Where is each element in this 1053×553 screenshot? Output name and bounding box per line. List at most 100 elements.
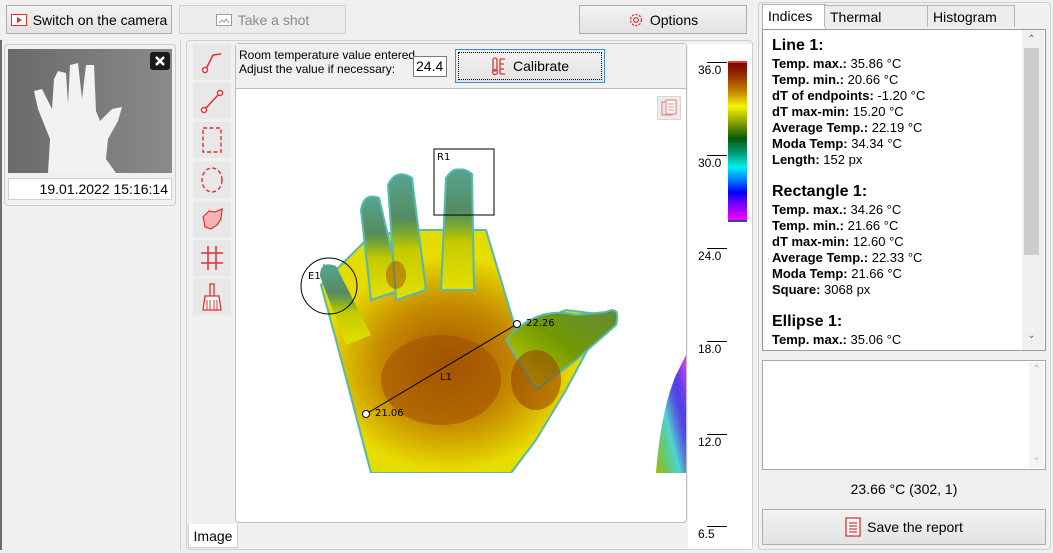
palette-max-marker[interactable] (728, 61, 747, 63)
indices-value: 21.66 °C (847, 218, 899, 233)
cursor-temperature-readout: 23.66 °C (302, 1) (850, 481, 958, 497)
report-notes-textarea[interactable] (762, 360, 1046, 470)
indices-value: 21.66 °C (851, 266, 902, 281)
ellipse-tool[interactable] (193, 162, 231, 198)
indices-key: Square: (772, 282, 821, 297)
notes-scroll-up-arrow[interactable]: ⌃ (1029, 364, 1044, 375)
tab-thermal-profile[interactable]: Thermal profile (824, 5, 928, 47)
image-icon (215, 13, 232, 26)
take-shot-label: Take a shot (237, 11, 310, 28)
scale-label: 6.5 (698, 527, 715, 541)
indices-value: 22.19 °C (871, 120, 923, 135)
line-icon (200, 89, 224, 114)
scale-label: 18.0 (698, 342, 722, 356)
close-icon (155, 56, 165, 66)
indices-row: Square: 3068 px (772, 282, 1022, 298)
scroll-up-arrow[interactable]: ⌃ (1024, 34, 1039, 45)
dashed-ellipse-icon (201, 167, 223, 193)
grid-tool[interactable] (193, 240, 231, 276)
rectangle-tool[interactable] (193, 122, 231, 158)
take-shot-button[interactable]: Take a shot (179, 5, 346, 34)
indices-section-title: Rectangle 1: (772, 183, 868, 200)
indices-value: 20.66 °C (847, 72, 899, 87)
line-tool[interactable] (193, 83, 231, 119)
indices-key: Average Temp.: (772, 120, 869, 135)
tab-indices[interactable]: Indices (762, 4, 826, 29)
palette-min-marker[interactable] (728, 220, 747, 222)
indices-row: Temp. max.: 35.86 °C (772, 56, 1022, 72)
indices-row: Temp. max.: 35.06 °C (772, 332, 1022, 348)
indices-row: Average Temp.: 22.19 °C (772, 120, 1022, 136)
calibrate-label: Calibrate (512, 58, 570, 74)
indices-key: Length: (772, 152, 820, 167)
switch-camera-button[interactable]: Switch on the camera (6, 5, 172, 34)
line-roi-start-handle[interactable] (362, 410, 370, 418)
indices-key: dT max-min: (772, 104, 850, 119)
line-roi-end-handle[interactable] (513, 320, 521, 328)
indices-value: 15.20 °C (852, 104, 904, 119)
indices-section: Rectangle 1: Temp. max.: 34.26 °C Temp. mi… (772, 182, 1022, 298)
thermogram-image[interactable]: R1 E1 L1 21.06 22.26 (236, 90, 686, 474)
scale-label: 30.0 (698, 156, 722, 170)
indices-row: dT max-min: 12.60 °C (772, 234, 1022, 250)
scroll-down-arrow[interactable]: ⌄ (1024, 330, 1039, 341)
line-roi-start-value: 21.06 (375, 408, 404, 419)
tab-image[interactable]: Image (188, 524, 238, 548)
indices-value: 35.06 °C (850, 332, 902, 347)
indices-value: -1.20 °C (877, 88, 926, 103)
indices-key: Temp. max.: (772, 56, 847, 71)
tab-histogram[interactable]: Histogram (927, 5, 1015, 27)
line-roi-label: L1 (440, 372, 452, 383)
gear-icon (628, 12, 644, 28)
video-play-icon (10, 13, 27, 26)
scale-label: 12.0 (698, 435, 722, 449)
indices-row: Length: 152 px (772, 152, 1022, 168)
clear-tool[interactable] (193, 279, 231, 315)
calibrate-button[interactable]: Calibrate (455, 49, 605, 83)
indices-section: Line 1: Temp. max.: 35.86 °C Temp. min.: 2… (772, 36, 1022, 168)
indices-key: Temp. min.: (772, 72, 844, 87)
rectangle-roi-label: R1 (437, 152, 450, 163)
indices-key: Moda Temp: (772, 266, 848, 281)
broom-icon (202, 283, 222, 311)
polyline-icon (201, 53, 222, 74)
indices-value: 12.60 °C (852, 234, 904, 249)
indices-row: dT max-min: 15.20 °C (772, 104, 1022, 120)
indices-key: Temp. max.: (772, 332, 847, 347)
indices-value: 152 px (823, 152, 863, 167)
indices-section: Ellipse 1: Temp. max.: 35.06 °C (772, 312, 1022, 348)
indices-value: 22.33 °C (871, 250, 923, 265)
indices-row: Temp. min.: 21.66 °C (772, 218, 1022, 234)
indices-value: 3068 px (824, 282, 871, 297)
grid-icon (201, 246, 223, 270)
indices-row: Moda Temp: 34.34 °C (772, 136, 1022, 152)
indices-key: dT max-min: (772, 234, 850, 249)
thermometer-icon (491, 56, 507, 76)
indices-key: Moda Temp: (772, 136, 848, 151)
thumbnail-timestamp: 19.01.2022 15:16:14 (8, 178, 172, 200)
options-button[interactable]: Options (579, 5, 747, 34)
color-palette-bar[interactable] (728, 62, 747, 221)
indices-row: Average Temp.: 22.33 °C (772, 250, 1022, 266)
indices-row: Temp. max.: 34.26 °C (772, 202, 1022, 218)
room-temperature-input[interactable]: 24.4 (413, 56, 447, 77)
indices-scroll-thumb[interactable] (1024, 48, 1039, 255)
line-roi-end-value: 22.26 (526, 318, 555, 329)
polyline-tool[interactable] (193, 44, 231, 80)
indices-row: Moda Temp: 21.66 °C (772, 266, 1022, 282)
polygon-region-icon (202, 208, 223, 230)
polygon-tool[interactable] (193, 201, 231, 237)
hand-thermal-map (319, 167, 686, 474)
indices-value: 35.86 °C (850, 56, 902, 71)
options-label: Options (649, 11, 699, 28)
close-thumbnail-button[interactable] (150, 52, 170, 70)
indices-list: Line 1: Temp. max.: 35.86 °C Temp. min.: 2… (772, 36, 1022, 362)
save-report-button[interactable]: Save the report (762, 509, 1046, 545)
calibration-message-line2: Adjust the value if necessary: (239, 62, 396, 76)
ellipse-roi-label: E1 (308, 271, 321, 282)
thumbnail-image[interactable] (8, 49, 172, 173)
indices-row: Temp. min.: 20.66 °C (772, 72, 1022, 88)
document-icon (845, 517, 861, 537)
notes-scroll-down-arrow[interactable]: ⌄ (1029, 452, 1044, 463)
indices-section-title: Line 1: (772, 37, 824, 54)
